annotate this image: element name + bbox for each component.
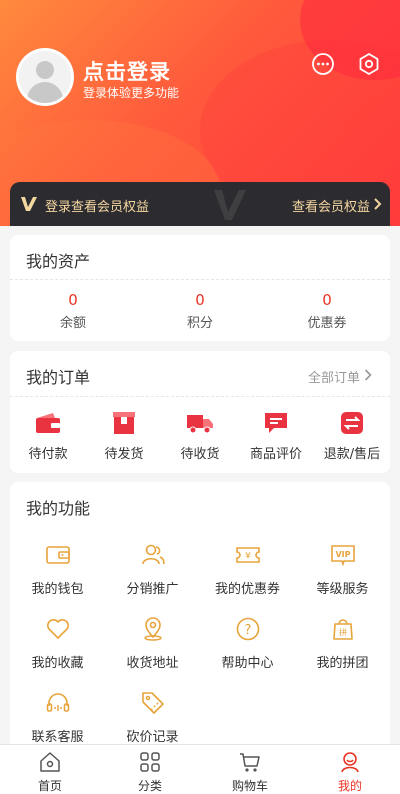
avatar[interactable] xyxy=(16,48,74,106)
profile-icon xyxy=(341,752,359,773)
order-label: 退款/售后 xyxy=(323,447,381,462)
tab-label: 购物车 xyxy=(231,779,268,793)
bottom-tabbar: 首页 分类 购物车 我的 xyxy=(0,744,400,794)
comment-icon xyxy=(265,413,287,433)
divider xyxy=(10,396,390,397)
fn-customer-service[interactable]: 联系客服 xyxy=(10,690,105,745)
profile-header: 点击登录 登录体验更多功能 登录查看会员权益 查看会员权益 xyxy=(0,0,400,226)
asset-coupons[interactable]: 0 优惠券 xyxy=(264,291,390,331)
settings-icon[interactable] xyxy=(357,52,381,76)
asset-label: 积分 xyxy=(186,316,213,331)
tab-label: 分类 xyxy=(137,779,162,793)
tab-cart[interactable]: 购物车 xyxy=(200,751,300,794)
asset-balance[interactable]: 0 余额 xyxy=(10,291,136,331)
fn-label: 联系客服 xyxy=(31,730,84,745)
cart-icon xyxy=(240,753,260,772)
fn-my-coupons[interactable]: ¥ 我的优惠券 xyxy=(200,542,295,597)
fn-label: 等级服务 xyxy=(316,582,369,597)
wallet-icon xyxy=(36,413,60,433)
home-icon xyxy=(40,752,60,772)
asset-label: 优惠券 xyxy=(307,316,347,331)
svg-text:¥: ¥ xyxy=(245,552,251,562)
vip-v-icon xyxy=(21,197,37,211)
fn-level-service[interactable]: VIP 等级服务 xyxy=(295,542,390,597)
fn-my-wallet[interactable]: 我的钱包 xyxy=(10,542,105,597)
svg-text:VIP: VIP xyxy=(335,550,350,559)
functions-title: 我的功能 xyxy=(26,499,91,518)
order-refund[interactable]: 退款/售后 xyxy=(314,411,390,462)
fn-bargain-records[interactable]: 砍价记录 xyxy=(105,690,200,745)
asset-value: 0 xyxy=(322,291,332,309)
avatar-head xyxy=(36,61,54,79)
tab-label: 我的 xyxy=(337,779,362,793)
tab-home[interactable]: 首页 xyxy=(0,751,100,794)
bargain-icon xyxy=(141,692,164,714)
avatar-body xyxy=(27,82,63,103)
fn-label: 我的优惠券 xyxy=(214,582,280,597)
fn-label: 分销推广 xyxy=(126,582,179,597)
vip-view-benefits-link[interactable]: 查看会员权益 xyxy=(292,196,370,215)
order-label: 商品评价 xyxy=(249,447,302,462)
divider xyxy=(10,279,390,280)
vip-left-text: 登录查看会员权益 xyxy=(45,200,150,215)
fn-address[interactable]: 收货地址 xyxy=(105,616,200,671)
headset-icon xyxy=(46,693,69,712)
vip-banner[interactable]: 登录查看会员权益 查看会员权益 xyxy=(10,182,390,226)
order-pending-payment[interactable]: 待付款 xyxy=(10,411,86,462)
order-label: 待发货 xyxy=(104,447,144,462)
tab-profile[interactable]: 我的 xyxy=(300,751,400,794)
truck-icon xyxy=(187,415,213,434)
tab-category[interactable]: 分类 xyxy=(100,751,200,794)
fn-favorites[interactable]: 我的收藏 xyxy=(10,616,105,671)
fn-label: 帮助中心 xyxy=(221,656,274,671)
order-label: 待付款 xyxy=(28,447,68,462)
functions-card: 我的功能 我的钱包 分销推广 ¥ 我的优惠券 VIP 等级服务 我的收藏 收货地… xyxy=(10,482,390,745)
package-icon xyxy=(113,412,135,434)
svg-text:拼: 拼 xyxy=(339,627,347,637)
svg-text:?: ? xyxy=(244,623,251,638)
help-icon: ? xyxy=(236,617,259,641)
fn-label: 收货地址 xyxy=(126,656,179,671)
order-pending-receipt[interactable]: 待收货 xyxy=(162,411,238,462)
message-icon[interactable] xyxy=(311,52,335,76)
orders-title: 我的订单 xyxy=(26,368,91,387)
group-buy-icon: 拼 xyxy=(332,619,353,640)
asset-value: 0 xyxy=(195,291,205,309)
heart-icon xyxy=(46,619,69,639)
coupon-icon: ¥ xyxy=(235,547,260,563)
fn-label: 我的收藏 xyxy=(31,656,84,671)
login-title[interactable]: 点击登录 xyxy=(83,56,171,86)
asset-value: 0 xyxy=(68,291,78,309)
chevron-right-icon[interactable] xyxy=(364,368,372,382)
category-icon xyxy=(140,752,160,772)
asset-points[interactable]: 0 积分 xyxy=(137,291,263,331)
users-icon xyxy=(141,544,165,565)
chevron-right-icon xyxy=(374,198,382,210)
vip-icon: VIP xyxy=(330,545,355,567)
login-subtitle: 登录体验更多功能 xyxy=(83,86,180,100)
order-reviews[interactable]: 商品评价 xyxy=(238,411,314,462)
wallet-icon xyxy=(45,546,70,564)
fn-label: 砍价记录 xyxy=(126,730,179,745)
order-label: 待收货 xyxy=(180,447,220,462)
orders-card: 我的订单 全部订单 待付款 待发货 待收货 商品评价 退款/售后 xyxy=(10,351,390,473)
order-pending-shipment[interactable]: 待发货 xyxy=(86,411,162,462)
refund-icon xyxy=(341,412,363,434)
tab-label: 首页 xyxy=(37,779,62,793)
fn-label: 我的钱包 xyxy=(31,582,84,597)
location-icon xyxy=(143,617,162,641)
fn-help-center[interactable]: ? 帮助中心 xyxy=(200,616,295,671)
fn-group-buy[interactable]: 拼 我的拼团 xyxy=(295,616,390,671)
assets-title: 我的资产 xyxy=(26,252,91,271)
all-orders-link[interactable]: 全部订单 xyxy=(308,367,360,386)
asset-label: 余额 xyxy=(59,316,86,331)
fn-label: 我的拼团 xyxy=(316,656,369,671)
vip-watermark-icon xyxy=(214,190,246,220)
assets-card: 我的资产 0 余额 0 积分 0 优惠券 xyxy=(10,235,390,341)
fn-distribution[interactable]: 分销推广 xyxy=(105,542,200,597)
